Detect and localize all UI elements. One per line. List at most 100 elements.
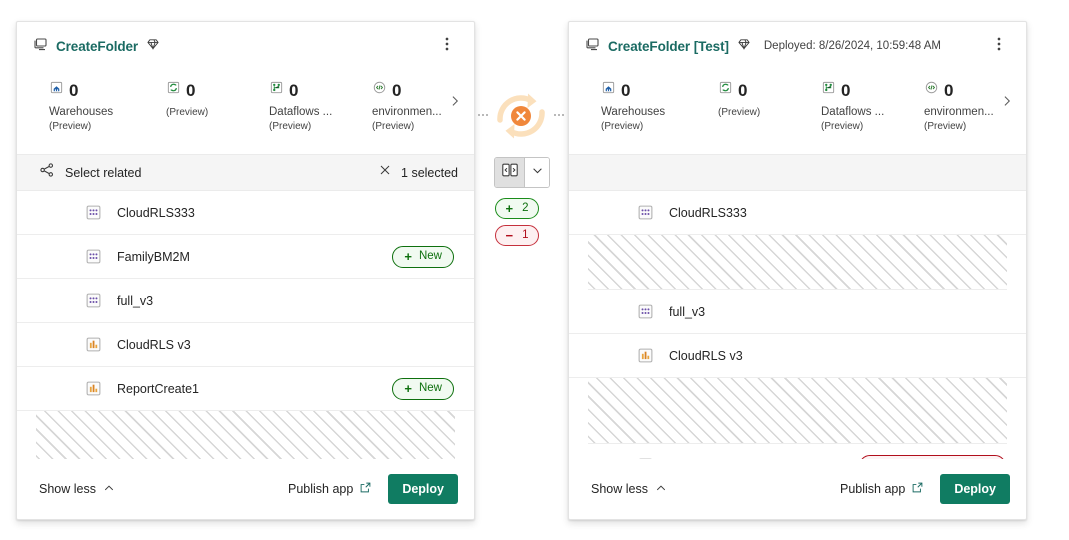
publish-app-button-left[interactable]: Publish app xyxy=(288,481,372,497)
close-x-icon[interactable] xyxy=(378,163,392,182)
metric-label: Warehouses xyxy=(49,106,113,119)
metric-preview-tag: (Preview) xyxy=(269,121,311,133)
more-vertical-icon xyxy=(445,36,449,57)
table-row[interactable]: CloudRLS v3 xyxy=(569,334,1026,378)
card-more-options-button-right[interactable] xyxy=(986,33,1012,59)
added-items-badge: + 2 xyxy=(495,198,539,219)
select-related-bar: Select related 1 selected xyxy=(17,154,474,191)
show-less-button-right[interactable]: Show less xyxy=(591,482,667,497)
artifact-name: ReportCreate1 xyxy=(117,382,199,396)
metric-dataflows-gen2-left[interactable]: 0 (Preview) xyxy=(166,74,266,119)
table-row[interactable]: full_v3 xyxy=(569,290,1026,334)
artifact-name: CloudRLS333 xyxy=(669,206,747,220)
semantic-model-icon xyxy=(636,303,654,321)
metric-warehouses-right[interactable]: 0 Warehouses (Preview) xyxy=(601,74,701,133)
artifact-metrics-row-left: 0 Warehouses (Preview) xyxy=(17,70,474,154)
table-row[interactable]: CloudRLS333 xyxy=(569,191,1026,235)
show-less-label: Show less xyxy=(39,482,96,496)
badge-label: New xyxy=(419,383,442,395)
compare-options-dropdown[interactable] xyxy=(525,158,549,187)
selection-status: 1 selected xyxy=(378,163,458,182)
publish-app-label: Publish app xyxy=(288,482,353,496)
metric-preview-tag: (Preview) xyxy=(49,121,91,133)
badge-sign: + xyxy=(404,250,412,263)
status-badge: + New xyxy=(392,378,454,400)
table-row[interactable]: full_v3 − Not in previous stage xyxy=(569,444,1026,459)
pipeline-stage-card-left: CreateFolder xyxy=(16,21,475,520)
card-header-right: CreateFolder [Test] Deployed: 8/26/2024,… xyxy=(569,22,1026,70)
compare-side-by-side-button[interactable] xyxy=(495,158,525,187)
metric-top-right-0: 0 xyxy=(601,80,630,100)
badge-sign: + xyxy=(404,382,412,395)
empty-toolbar-right xyxy=(569,154,1026,191)
artifact-list-left: CloudRLS333 FamilyBM2M + xyxy=(17,191,474,459)
compare-stages-toggle[interactable] xyxy=(494,157,550,188)
dataflow-gen2-icon xyxy=(718,80,733,100)
card-more-options-button-left[interactable] xyxy=(434,33,460,59)
metric-label: environmen... xyxy=(372,106,442,119)
table-row[interactable]: CloudRLS v3 xyxy=(17,323,474,367)
table-row[interactable]: full_v3 xyxy=(17,279,474,323)
diff-summary-badges: + 2 − 1 xyxy=(495,198,539,246)
report-icon xyxy=(636,347,654,365)
pipeline-stage-card-right: CreateFolder [Test] Deployed: 8/26/2024,… xyxy=(568,21,1027,520)
artifact-metrics-row-right: 0 Warehouses (Preview) xyxy=(569,70,1026,154)
metric-count: 0 xyxy=(944,82,953,99)
table-row[interactable]: CloudRLS333 xyxy=(17,191,474,235)
metrics-next-page-button-right[interactable] xyxy=(996,92,1018,114)
compare-side-by-side-icon xyxy=(501,161,519,184)
select-related-label: Select related xyxy=(65,166,141,180)
chevron-right-icon xyxy=(448,94,462,113)
artifact-name: FamilyBM2M xyxy=(117,250,190,264)
metric-count: 0 xyxy=(841,82,850,99)
metric-top-left-2: 0 xyxy=(269,80,298,100)
publish-app-button-right[interactable]: Publish app xyxy=(840,481,924,497)
badge-label: New xyxy=(419,251,442,263)
metric-count: 0 xyxy=(621,82,630,99)
environment-code-icon xyxy=(924,80,939,100)
semantic-model-icon xyxy=(636,204,654,222)
metric-top-left-0: 0 xyxy=(49,80,78,100)
chevron-right-icon xyxy=(1000,94,1014,113)
diamond-gem-icon xyxy=(146,37,160,56)
chevron-up-icon xyxy=(103,482,115,497)
metric-label: Dataflows ... xyxy=(269,106,332,119)
card-header-title-group-right: CreateFolder [Test] Deployed: 8/26/2024,… xyxy=(585,36,986,57)
metric-top-right-3: 0 xyxy=(924,80,953,100)
deploy-button-left[interactable]: Deploy xyxy=(388,474,458,504)
select-related-action[interactable]: Select related xyxy=(39,162,141,183)
metric-dataflows-right[interactable]: 0 Dataflows ... (Preview) xyxy=(821,74,921,133)
metric-top-right-2: 0 xyxy=(821,80,850,100)
data-pipeline-icon xyxy=(821,80,836,100)
show-less-label: Show less xyxy=(591,482,648,496)
page-title: CreateFolder xyxy=(56,39,138,54)
removed-sign: − xyxy=(506,229,514,242)
added-count: 2 xyxy=(522,203,528,215)
placeholder-hatched-row xyxy=(588,378,1007,444)
metric-warehouses-left[interactable]: 0 Warehouses (Preview) xyxy=(49,74,149,133)
metric-count: 0 xyxy=(69,82,78,99)
artifact-name: full_v3 xyxy=(117,294,153,308)
metric-dataflows-left[interactable]: 0 Dataflows ... (Preview) xyxy=(269,74,369,133)
metric-label: environmen... xyxy=(924,106,994,119)
metric-count: 0 xyxy=(289,82,298,99)
metric-dataflows-gen2-right[interactable]: 0 (Preview) xyxy=(718,74,818,119)
deploy-button-right[interactable]: Deploy xyxy=(940,474,1010,504)
card-footer-actions-left: Publish app Deploy xyxy=(288,474,458,504)
metric-preview-tag: (Preview) xyxy=(601,121,643,133)
artifact-name: CloudRLS v3 xyxy=(117,338,191,352)
metric-preview-tag: (Preview) xyxy=(718,107,760,119)
metric-count: 0 xyxy=(392,82,401,99)
card-footer-right: Show less Publish app xyxy=(569,459,1026,519)
table-row[interactable]: FamilyBM2M + New xyxy=(17,235,474,279)
connector-dots-left xyxy=(478,114,488,116)
table-row[interactable]: ReportCreate1 + New xyxy=(17,367,474,411)
metric-preview-tag: (Preview) xyxy=(924,121,966,133)
show-less-button-left[interactable]: Show less xyxy=(39,482,115,497)
warehouse-icon xyxy=(49,80,64,100)
semantic-model-icon xyxy=(84,248,102,266)
metric-preview-tag: (Preview) xyxy=(166,107,208,119)
metrics-next-page-button-left[interactable] xyxy=(444,92,466,114)
dataflow-gen2-icon xyxy=(166,80,181,100)
card-header-left: CreateFolder xyxy=(17,22,474,70)
